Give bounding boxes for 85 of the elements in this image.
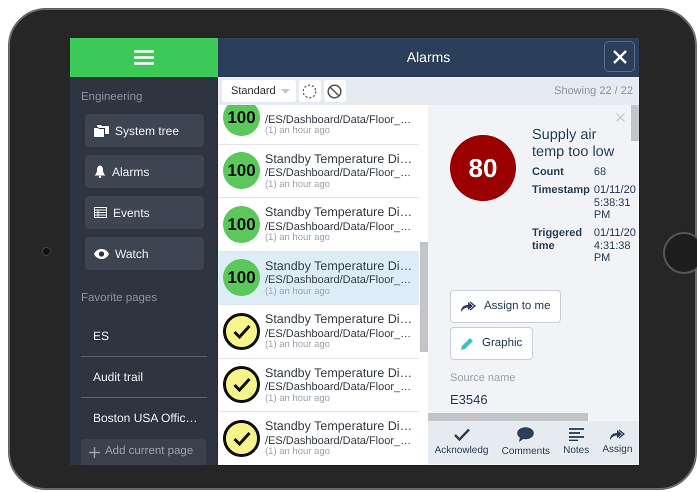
sidebar-button[interactable]: Watch bbox=[85, 237, 204, 270]
pencil-icon bbox=[461, 336, 474, 350]
alarm-title: Standby Temperature Di… bbox=[265, 150, 412, 168]
caret-icon bbox=[280, 88, 290, 94]
sidebar-button[interactable]: System tree bbox=[85, 114, 204, 148]
scrollbar[interactable] bbox=[631, 105, 639, 141]
menu-icon bbox=[134, 50, 154, 65]
check-icon bbox=[454, 428, 470, 441]
alarm-path: /ES/Dashboard/Data/Floor_… bbox=[265, 381, 412, 394]
clear-button[interactable] bbox=[324, 80, 346, 102]
alarm-time: (1) an hour ago bbox=[265, 286, 331, 298]
add-page-button[interactable]: Add current page bbox=[81, 439, 206, 465]
alarm-row[interactable]: 100 Standby Temperature Di… /ES/Dashboard/Data/Floor_… (1) an hour ago bbox=[218, 144, 419, 198]
alarm-time: (1) an hour ago bbox=[265, 340, 330, 352]
close-icon bbox=[612, 48, 628, 64]
favorite-link[interactable]: Boston USA Offic… bbox=[81, 398, 207, 438]
action-button[interactable]: Comments bbox=[502, 427, 550, 459]
share-arrow-icon bbox=[610, 429, 625, 440]
alarm-time: (1) an hour ago bbox=[265, 394, 331, 405]
alarm-time: (1) an hour ago bbox=[265, 126, 330, 138]
field-label: Timestamp bbox=[532, 184, 594, 227]
alarm-row[interactable]: 100 Standby Temperature Di… /ES/Dashboard/Data/Floor_… (1) an hour ago bbox=[218, 252, 419, 305]
camera-dot bbox=[42, 247, 51, 256]
action-button[interactable]: Assign to me bbox=[450, 290, 562, 323]
dismiss-icon[interactable] bbox=[616, 113, 625, 122]
close-button[interactable] bbox=[604, 41, 635, 72]
action-button[interactable]: Graphic bbox=[450, 326, 534, 360]
alarm-time: (1) an hour ago bbox=[265, 233, 330, 244]
priority-badge: 80 bbox=[450, 135, 516, 201]
field-label: Source name bbox=[450, 370, 516, 386]
section-heading: Engineering bbox=[80, 90, 144, 105]
alarm-row[interactable]: Standby Temperature Di… /ES/Dashboard/Data/Floor_… (1) an hour ago bbox=[218, 358, 419, 412]
action-button[interactable]: Notes bbox=[563, 428, 590, 458]
dashed-circle-icon bbox=[302, 84, 318, 98]
home-button[interactable] bbox=[663, 232, 697, 274]
favorite-link[interactable]: Audit trail bbox=[81, 356, 207, 398]
field-label: Count bbox=[532, 166, 594, 184]
priority-badge: 100 bbox=[223, 259, 260, 296]
share-arrow-icon bbox=[461, 300, 476, 312]
alarm-row[interactable]: 100 Standby Temperature Di… /ES/Dashboard/Data/Floor_… (1) an hour ago bbox=[218, 198, 419, 252]
alarm-title: Standby Temperature Di… bbox=[265, 364, 412, 382]
speech-bubble-icon bbox=[517, 427, 534, 442]
scrollbar[interactable] bbox=[428, 413, 588, 421]
alarm-title: Standby Temperature Di… bbox=[265, 311, 412, 328]
alarm-row[interactable]: 100 /ES/Dashboard/Data/Floor_… (1) an hour ago bbox=[218, 105, 419, 144]
result-count: Showing 22 / 22 bbox=[554, 84, 633, 99]
favorite-link[interactable]: ES bbox=[81, 316, 207, 356]
plus-icon bbox=[89, 446, 100, 458]
eye-icon bbox=[94, 248, 109, 259]
priority-badge: 100 bbox=[223, 152, 260, 190]
field-label: Triggered time bbox=[532, 226, 594, 270]
alarm-path: /ES/Dashboard/Data/Floor_… bbox=[265, 220, 412, 233]
sidebar-button[interactable]: Events bbox=[85, 196, 204, 230]
alarm-row[interactable]: Standby Temperature Di… /ES/Dashboard/Data/Floor_… (1) an hour ago bbox=[218, 412, 419, 465]
alarm-time: (1) an hour ago bbox=[265, 180, 331, 191]
priority-badge: 100 bbox=[223, 206, 260, 243]
alarm-path: /ES/Dashboard/Data/Floor_… bbox=[265, 167, 412, 180]
header-title: Alarms bbox=[406, 48, 450, 67]
action-button[interactable]: Assign bbox=[602, 429, 632, 457]
alarm-path: /ES/Dashboard/Data/Floor_… bbox=[265, 328, 412, 340]
alarm-time: (1) an hour ago bbox=[265, 447, 330, 458]
scrollbar[interactable] bbox=[420, 242, 428, 352]
field-value: 68 bbox=[594, 166, 608, 180]
lines-icon bbox=[568, 428, 584, 441]
alarm-title: Standby Temperature Di… bbox=[265, 204, 412, 221]
alarm-row[interactable]: Standby Temperature Di… /ES/Dashboard/Data/Floor_… (1) an hour ago bbox=[218, 305, 419, 358]
alarm-title: Standby Temperature Di… bbox=[265, 418, 412, 435]
sidebar-button[interactable]: Alarms bbox=[85, 155, 204, 188]
table-icon bbox=[94, 207, 107, 218]
alarm-path: /ES/Dashboard/Data/Floor_… bbox=[265, 274, 412, 287]
alarm-title: Standby Temperature Di… bbox=[265, 258, 412, 274]
field-value: 01/11/20 5:38:31 PM bbox=[594, 184, 637, 224]
priority-badge: 100 bbox=[223, 105, 260, 136]
action-button[interactable]: Acknowledg bbox=[434, 428, 488, 458]
ban-icon bbox=[327, 84, 342, 98]
select-button[interactable] bbox=[298, 80, 321, 102]
field-value: E3546 bbox=[450, 391, 489, 410]
section-heading: Favorite pages bbox=[80, 291, 158, 306]
field-value: 01/11/20 4:31:38 PM bbox=[594, 226, 637, 266]
alarm-path: /ES/Dashboard/Data/Floor_… bbox=[265, 434, 412, 447]
filter-dropdown[interactable]: Standard bbox=[222, 80, 296, 102]
alarm-path: /ES/Dashboard/Data/Floor_… bbox=[265, 114, 412, 126]
bell-icon bbox=[94, 165, 106, 178]
folder-icon bbox=[94, 124, 109, 137]
alarm-title: Supply air temp too low bbox=[532, 127, 616, 160]
